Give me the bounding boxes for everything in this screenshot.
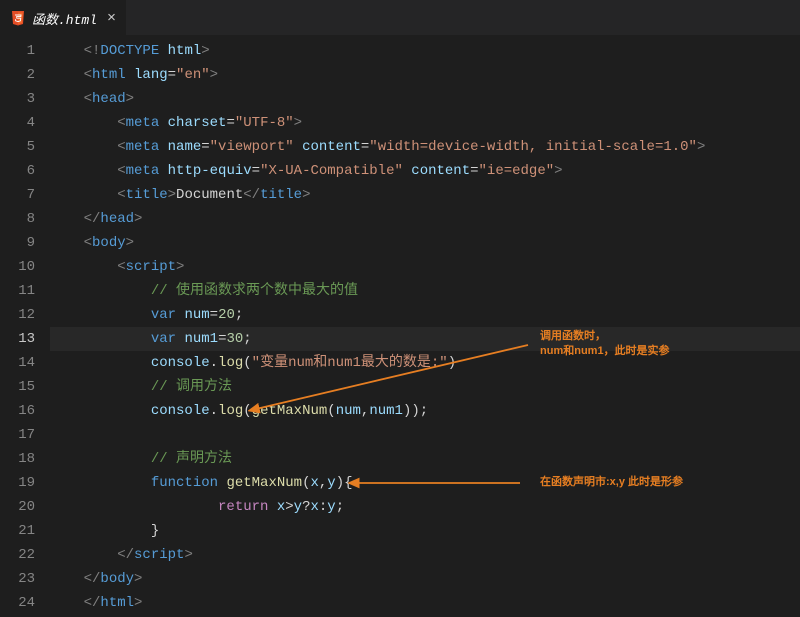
file-tab[interactable]: 函数.html × bbox=[0, 0, 126, 35]
code-line[interactable]: console.log(getMaxNum(num,num1)); bbox=[50, 399, 800, 423]
code-line[interactable]: <meta http-equiv="X-UA-Compatible" conte… bbox=[50, 159, 800, 183]
tab-bar: 函数.html × bbox=[0, 0, 800, 35]
code-line[interactable]: // 调用方法 bbox=[50, 375, 800, 399]
code-line[interactable]: <body> bbox=[50, 231, 800, 255]
line-number: 21 bbox=[0, 519, 35, 543]
code-line[interactable]: var num=20; bbox=[50, 303, 800, 327]
line-number: 11 bbox=[0, 279, 35, 303]
html-file-icon bbox=[10, 10, 26, 26]
line-number: 18 bbox=[0, 447, 35, 471]
line-number: 12 bbox=[0, 303, 35, 327]
line-number: 24 bbox=[0, 591, 35, 615]
code-area[interactable]: <!DOCTYPE html> <html lang="en"> <head> … bbox=[50, 39, 800, 617]
line-number: 2 bbox=[0, 63, 35, 87]
line-number: 20 bbox=[0, 495, 35, 519]
code-line[interactable]: </head> bbox=[50, 207, 800, 231]
line-number: 1 bbox=[0, 39, 35, 63]
line-number: 14 bbox=[0, 351, 35, 375]
line-number: 13 bbox=[0, 327, 35, 351]
line-gutter: 123456789101112131415161718192021222324 bbox=[0, 39, 50, 617]
code-editor[interactable]: 123456789101112131415161718192021222324 … bbox=[0, 35, 800, 617]
code-line[interactable]: <meta name="viewport" content="width=dev… bbox=[50, 135, 800, 159]
line-number: 19 bbox=[0, 471, 35, 495]
line-number: 6 bbox=[0, 159, 35, 183]
code-line[interactable]: </html> bbox=[50, 591, 800, 615]
line-number: 3 bbox=[0, 87, 35, 111]
code-line[interactable]: return x>y?x:y; bbox=[50, 495, 800, 519]
code-line[interactable] bbox=[50, 423, 800, 447]
code-line[interactable]: // 声明方法 bbox=[50, 447, 800, 471]
code-line[interactable]: function getMaxNum(x,y){ bbox=[50, 471, 800, 495]
code-line[interactable]: } bbox=[50, 519, 800, 543]
line-number: 10 bbox=[0, 255, 35, 279]
line-number: 22 bbox=[0, 543, 35, 567]
code-line[interactable]: console.log("变量num和num1最大的数是:") bbox=[50, 351, 800, 375]
line-number: 8 bbox=[0, 207, 35, 231]
close-icon[interactable]: × bbox=[107, 10, 116, 27]
line-number: 4 bbox=[0, 111, 35, 135]
code-line[interactable]: // 使用函数求两个数中最大的值 bbox=[50, 279, 800, 303]
code-line[interactable]: <meta charset="UTF-8"> bbox=[50, 111, 800, 135]
line-number: 5 bbox=[0, 135, 35, 159]
tab-filename: 函数.html bbox=[32, 9, 97, 28]
code-line[interactable]: <script> bbox=[50, 255, 800, 279]
code-line[interactable]: <html lang="en"> bbox=[50, 63, 800, 87]
code-line[interactable]: <head> bbox=[50, 87, 800, 111]
line-number: 9 bbox=[0, 231, 35, 255]
code-line[interactable]: </script> bbox=[50, 543, 800, 567]
code-line[interactable]: <!DOCTYPE html> bbox=[50, 39, 800, 63]
line-number: 23 bbox=[0, 567, 35, 591]
line-number: 16 bbox=[0, 399, 35, 423]
code-line[interactable]: </body> bbox=[50, 567, 800, 591]
code-line[interactable]: <title>Document</title> bbox=[50, 183, 800, 207]
line-number: 7 bbox=[0, 183, 35, 207]
line-number: 15 bbox=[0, 375, 35, 399]
code-line[interactable]: var num1=30; bbox=[50, 327, 800, 351]
line-number: 17 bbox=[0, 423, 35, 447]
